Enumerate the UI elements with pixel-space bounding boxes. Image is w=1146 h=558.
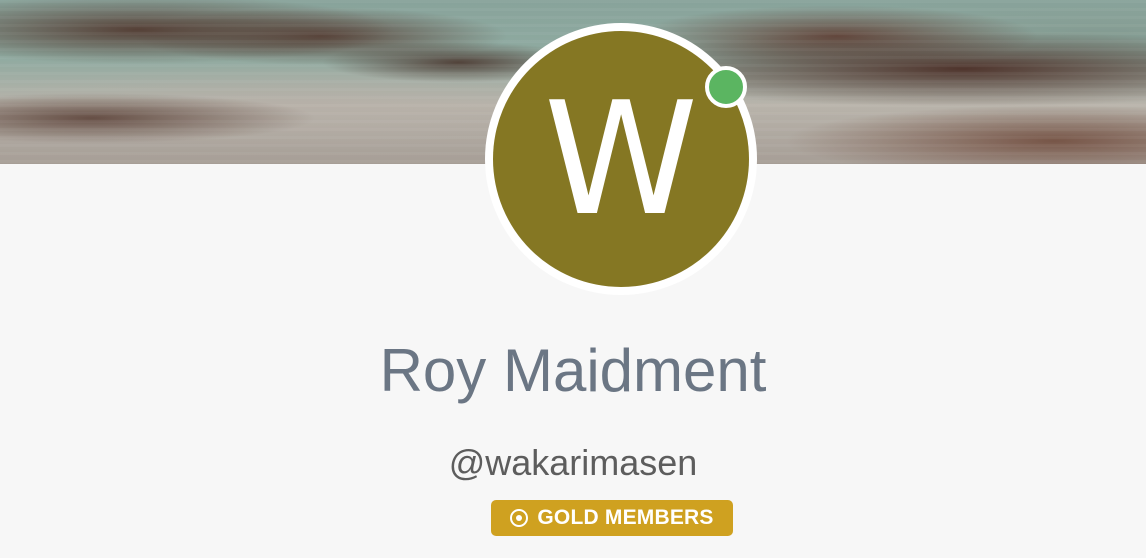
avatar[interactable]: W [493,31,749,287]
avatar-container: W [485,23,757,295]
membership-badge: GOLD MEMBERS [491,500,733,536]
target-icon [510,509,529,527]
online-status-indicator [705,66,747,108]
profile-handle: @wakarimasen [448,442,698,483]
profile-name: Roy Maidment [379,337,767,404]
membership-badge-label: GOLD MEMBERS [537,506,714,529]
